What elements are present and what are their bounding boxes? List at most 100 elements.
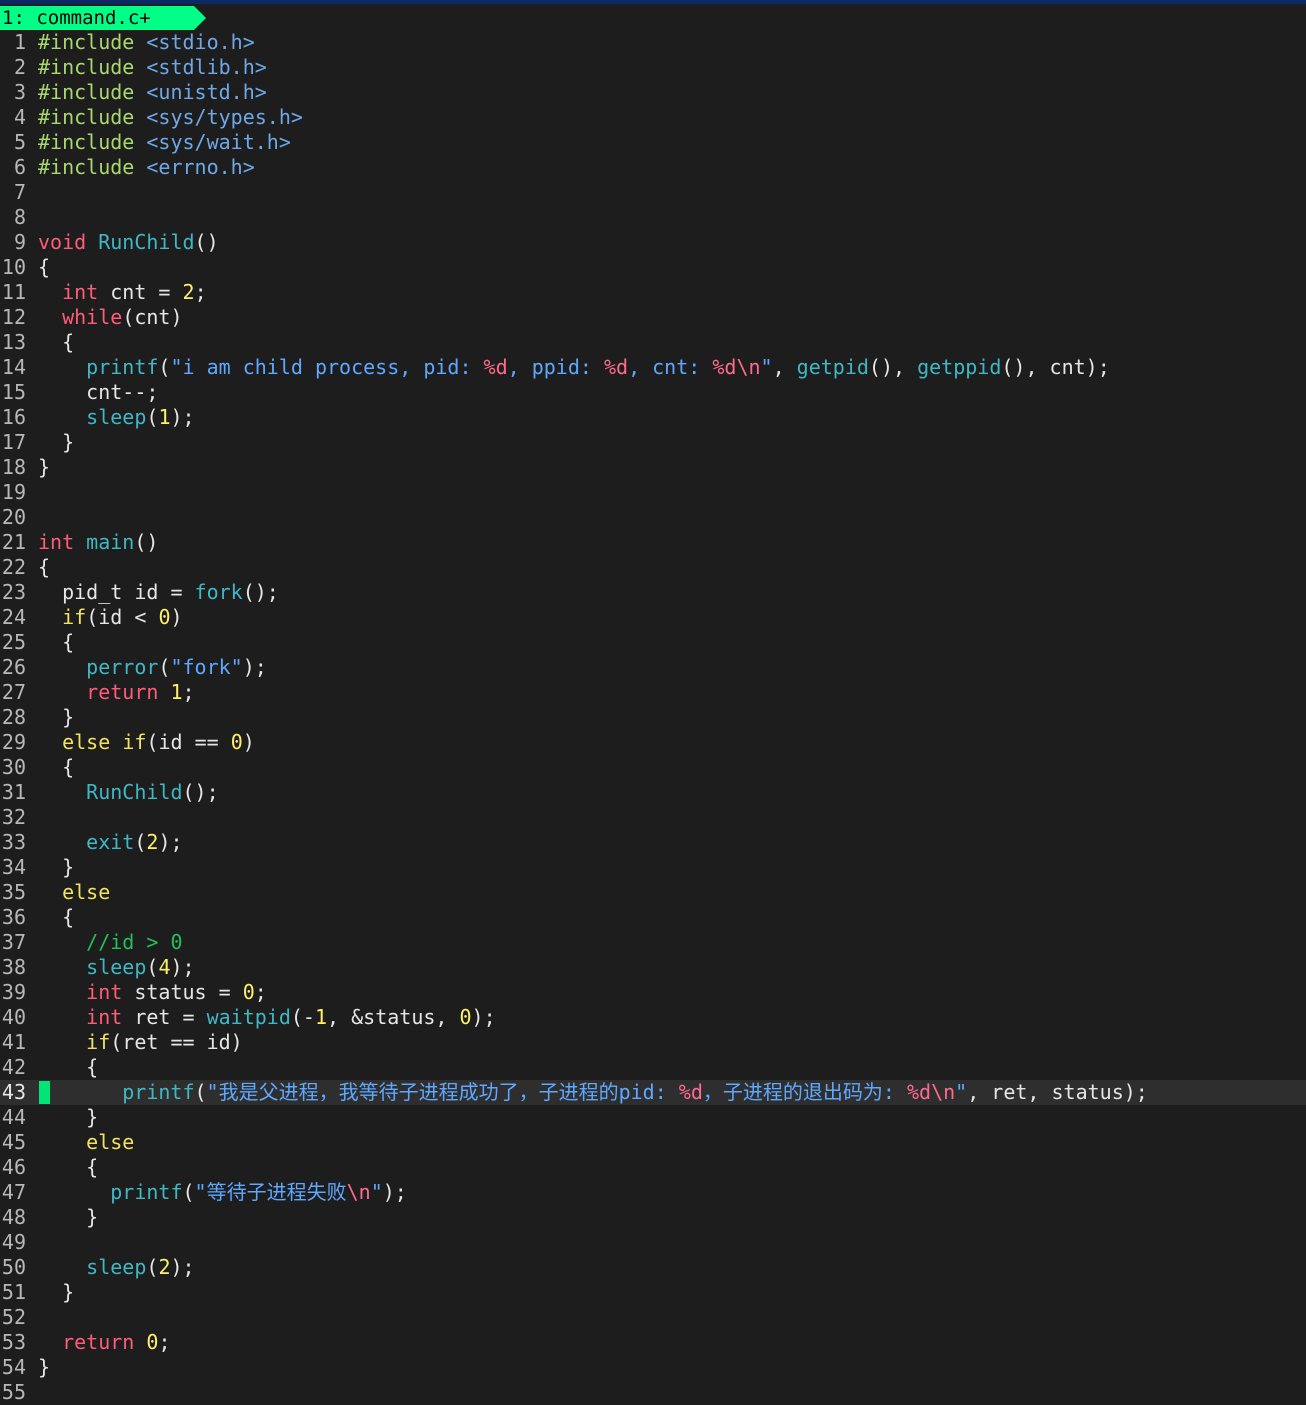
code-line[interactable]: 6 #include <errno.h> — [0, 155, 1306, 180]
code-token: fork — [194, 580, 243, 604]
code-token: () — [194, 230, 219, 254]
code-line[interactable]: 42 { — [0, 1055, 1306, 1080]
code-line[interactable]: 49 — [0, 1230, 1306, 1255]
code-token: int — [86, 1005, 123, 1029]
code-token: , &status, — [327, 1005, 460, 1029]
line-number: 12 — [1, 305, 26, 329]
code-line[interactable]: 38 sleep(4); — [0, 955, 1306, 980]
code-text: RunChild(); — [38, 780, 218, 805]
code-line[interactable]: 17 } — [0, 430, 1306, 455]
code-line[interactable]: 35 else — [0, 880, 1306, 905]
code-text: perror("fork"); — [38, 655, 267, 680]
code-line[interactable]: 44 } — [0, 1105, 1306, 1130]
code-line[interactable]: 40 int ret = waitpid(-1, &status, 0); — [0, 1005, 1306, 1030]
code-line[interactable]: 3 #include <unistd.h> — [0, 80, 1306, 105]
code-line[interactable]: 16 sleep(1); — [0, 405, 1306, 430]
code-token: { — [38, 555, 51, 579]
code-text: while(cnt) — [38, 305, 182, 330]
line-number: 47 — [1, 1180, 26, 1204]
tab-command-c[interactable]: 1: command.c+ — [0, 6, 206, 30]
code-line[interactable]: 4 #include <sys/types.h> — [0, 105, 1306, 130]
code-line[interactable]: 52 — [0, 1305, 1306, 1330]
code-token: exit — [86, 830, 135, 854]
code-text: int status = 0; — [38, 980, 267, 1005]
code-line[interactable]: 29 else if(id == 0) — [0, 730, 1306, 755]
code-line[interactable]: 10 { — [0, 255, 1306, 280]
line-number: 16 — [1, 405, 26, 429]
code-text: exit(2); — [38, 830, 182, 855]
code-token: ) — [170, 605, 183, 629]
code-line[interactable]: 41 if(ret == id) — [0, 1030, 1306, 1055]
code-line[interactable]: 8 — [0, 205, 1306, 230]
code-line[interactable]: 51 } — [0, 1280, 1306, 1305]
code-token: ); — [471, 1005, 496, 1029]
code-token: pid_t id = — [38, 580, 195, 604]
code-line[interactable]: 33 exit(2); — [0, 830, 1306, 855]
code-token: " — [370, 1180, 383, 1204]
code-line[interactable]: 34 } — [0, 855, 1306, 880]
code-line[interactable]: 15 cnt--; — [0, 380, 1306, 405]
code-line[interactable]: 23 pid_t id = fork(); — [0, 580, 1306, 605]
code-line[interactable]: 54} — [0, 1355, 1306, 1380]
code-line[interactable]: 50 sleep(2); — [0, 1255, 1306, 1280]
code-line[interactable]: 11 int cnt = 2; — [0, 280, 1306, 305]
code-token: #include — [38, 30, 147, 54]
code-line[interactable]: 5 #include <sys/wait.h> — [0, 130, 1306, 155]
code-token: } — [38, 430, 75, 454]
code-line[interactable]: 48 } — [0, 1205, 1306, 1230]
code-line[interactable]: 45 else — [0, 1130, 1306, 1155]
line-number: 2 — [13, 55, 26, 79]
code-text: printf("i am child process, pid: %d, ppi… — [38, 355, 1110, 380]
code-token: <unistd.h> — [146, 80, 267, 104]
code-line[interactable]: 7 — [0, 180, 1306, 205]
code-line[interactable]: 30 { — [0, 755, 1306, 780]
code-text: printf("等待子进程失败\n"); — [38, 1180, 407, 1205]
code-line[interactable]: 28 } — [0, 705, 1306, 730]
code-line[interactable]: 25 { — [0, 630, 1306, 655]
code-line[interactable]: 46 { — [0, 1155, 1306, 1180]
code-line[interactable]: 32 — [0, 805, 1306, 830]
code-line[interactable]: 9 void RunChild() — [0, 230, 1306, 255]
code-line[interactable]: 39 int status = 0; — [0, 980, 1306, 1005]
code-line[interactable]: 14 printf("i am child process, pid: %d, … — [0, 355, 1306, 380]
code-text: { — [38, 1055, 98, 1080]
code-line[interactable]: 21 int main() — [0, 530, 1306, 555]
line-number: 46 — [1, 1155, 26, 1179]
code-token: status = — [122, 980, 243, 1004]
code-line[interactable]: 12 while(cnt) — [0, 305, 1306, 330]
code-text: else if(id == 0) — [38, 730, 255, 755]
code-token: } — [38, 705, 75, 729]
code-editor[interactable]: 1 #include <stdio.h> 2 #include <stdlib.h> 3… — [0, 30, 1306, 1405]
code-text: { — [38, 1155, 98, 1180]
code-line[interactable]: 22 { — [0, 555, 1306, 580]
code-token: ，子进程的退出码为: — [702, 1080, 907, 1104]
code-token: { — [38, 755, 75, 779]
code-token: void — [38, 230, 87, 254]
code-token: { — [38, 1055, 99, 1079]
code-line[interactable]: 20 — [0, 505, 1306, 530]
code-line[interactable]: 37 //id > 0 — [0, 930, 1306, 955]
code-line[interactable]: 31 RunChild(); — [0, 780, 1306, 805]
code-line[interactable]: 55 — [0, 1380, 1306, 1405]
code-token: //id > 0 — [86, 930, 183, 954]
code-line[interactable]: 2 #include <stdlib.h> — [0, 55, 1306, 80]
code-line[interactable]: 53 return 0; — [0, 1330, 1306, 1355]
code-line[interactable]: 13 { — [0, 330, 1306, 355]
code-line[interactable]: 47 printf("等待子进程失败\n"); — [0, 1180, 1306, 1205]
code-line[interactable]: 27 return 1; — [0, 680, 1306, 705]
code-line[interactable]: 24 if(id < 0) — [0, 605, 1306, 630]
line-number: 22 — [1, 555, 26, 579]
line-number: 23 — [1, 580, 26, 604]
code-line[interactable]: 1 #include <stdio.h> — [0, 30, 1306, 55]
code-text: int cnt = 2; — [38, 280, 207, 305]
code-line[interactable]: 18} — [0, 455, 1306, 480]
code-line-current[interactable]: 43 printf("我是父进程，我等待子进程成功了，子进程的pid: %d，子… — [0, 1080, 1306, 1105]
code-line[interactable]: 26 perror("fork"); — [0, 655, 1306, 680]
code-line[interactable]: 36 { — [0, 905, 1306, 930]
code-token: %d\n — [906, 1080, 956, 1104]
code-text: #include <stdlib.h> — [38, 55, 267, 80]
code-line[interactable]: 19 — [0, 480, 1306, 505]
